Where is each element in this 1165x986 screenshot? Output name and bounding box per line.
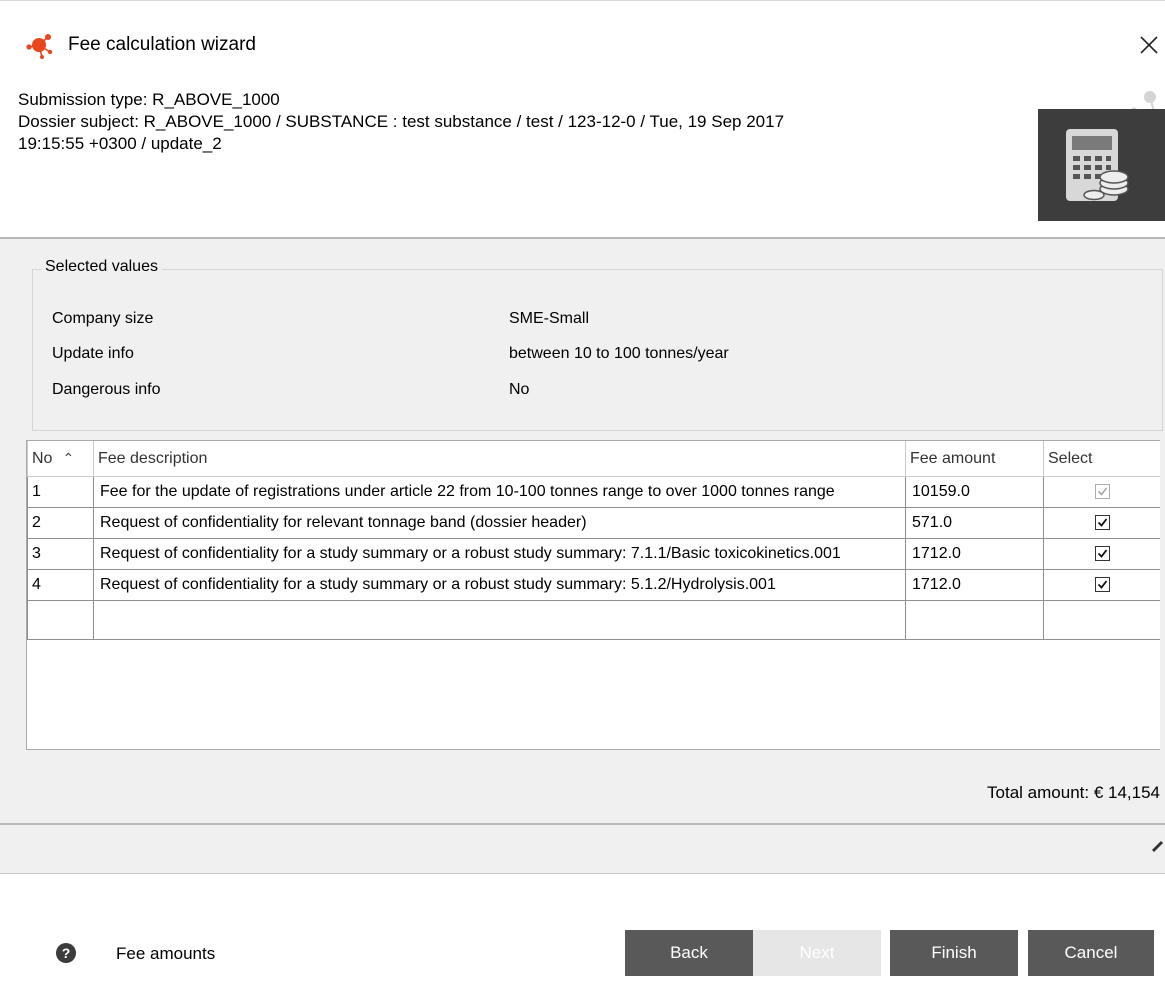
row-amount: 10159.0 xyxy=(905,476,1044,508)
table-row-empty xyxy=(27,600,1160,640)
table-row[interactable]: 3 Request of confidentiality for a study… xyxy=(27,538,1160,570)
help-label: Fee amounts xyxy=(116,944,216,963)
dossier-subject-line-2: 19:15:55 +0300 / update_2 xyxy=(18,134,222,153)
column-header-amount[interactable]: Fee amount xyxy=(905,441,1044,477)
finish-button[interactable]: Finish xyxy=(890,930,1018,976)
cancel-button[interactable]: Cancel xyxy=(1028,930,1154,976)
calculator-coins-icon xyxy=(1038,91,1165,221)
title-bar: Fee calculation wizard xyxy=(0,1,1165,75)
empty-cell xyxy=(1043,600,1160,640)
fee-table-container: No ⌃ Fee description Fee amount Select 1 … xyxy=(26,440,1160,750)
row-description: Request of confidentiality for relevant … xyxy=(93,507,906,539)
row-select-cell xyxy=(1043,569,1160,601)
company-size-value: SME-Small xyxy=(509,310,590,327)
update-info-value: between 10 to 100 tonnes/year xyxy=(509,345,729,362)
help-icon[interactable]: ? xyxy=(56,943,76,963)
selected-values-group: Selected values Company size SME-Small U… xyxy=(32,258,1163,431)
column-header-no-label: No xyxy=(32,449,53,467)
table-row[interactable]: 4 Request of confidentiality for a study… xyxy=(27,569,1160,601)
row-select-checkbox[interactable] xyxy=(1094,546,1110,562)
footer: ? Fee amounts Back Next Finish Cancel xyxy=(0,874,1165,986)
row-amount: 1712.0 xyxy=(905,538,1044,570)
dangerous-info-value: No xyxy=(509,381,530,398)
row-select-checkbox[interactable] xyxy=(1094,515,1110,531)
next-button[interactable]: Next xyxy=(753,930,881,976)
row-amount: 571.0 xyxy=(905,507,1044,539)
row-description: Fee for the update of registrations unde… xyxy=(93,476,906,508)
column-header-select[interactable]: Select xyxy=(1043,441,1160,477)
row-no: 2 xyxy=(27,507,94,539)
chevron-up-icon[interactable] xyxy=(1150,835,1165,855)
table-row[interactable]: 1 Fee for the update of registrations un… xyxy=(27,476,1160,508)
row-select-cell xyxy=(1043,538,1160,570)
row-description: Request of confidentiality for a study s… xyxy=(93,538,906,570)
row-amount: 1712.0 xyxy=(905,569,1044,601)
sort-ascending-icon: ⌃ xyxy=(62,449,75,466)
fee-wizard-window: Fee calculation wizard Submission type: … xyxy=(0,0,1165,986)
window-title: Fee calculation wizard xyxy=(68,34,256,55)
empty-cell xyxy=(93,600,906,640)
table-header-row: No ⌃ Fee description Fee amount Select xyxy=(27,441,1160,477)
row-no: 4 xyxy=(27,569,94,601)
dangerous-info-label: Dangerous info xyxy=(52,381,161,398)
content-panel: Selected values Company size SME-Small U… xyxy=(0,239,1165,824)
close-icon[interactable] xyxy=(1134,27,1164,61)
back-button[interactable]: Back xyxy=(625,930,753,976)
fee-table: No ⌃ Fee description Fee amount Select 1 … xyxy=(27,441,1160,640)
row-select-checkbox[interactable] xyxy=(1094,484,1110,500)
app-logo-icon xyxy=(26,34,53,59)
row-description: Request of confidentiality for a study s… xyxy=(93,569,906,601)
table-row[interactable]: 2 Request of confidentiality for relevan… xyxy=(27,507,1160,539)
row-select-cell xyxy=(1043,507,1160,539)
empty-cell xyxy=(905,600,1044,640)
collapsible-panel-bar xyxy=(0,825,1165,874)
total-amount: Total amount: € 14,154 xyxy=(987,783,1160,802)
dossier-subject-line-1: Dossier subject: R_ABOVE_1000 / SUBSTANC… xyxy=(18,112,785,131)
row-select-checkbox[interactable] xyxy=(1094,577,1110,593)
row-select-cell xyxy=(1043,476,1160,508)
update-info-label: Update info xyxy=(52,345,134,362)
header-info: Submission type: R_ABOVE_1000 Dossier su… xyxy=(18,89,1018,155)
column-header-no[interactable]: No ⌃ xyxy=(27,441,94,477)
column-header-description[interactable]: Fee description xyxy=(93,441,906,477)
company-size-label: Company size xyxy=(52,310,154,327)
row-no: 1 xyxy=(27,476,94,508)
selected-values-legend: Selected values xyxy=(41,258,162,276)
empty-cell xyxy=(27,600,94,640)
submission-type: Submission type: R_ABOVE_1000 xyxy=(18,90,280,109)
row-no: 3 xyxy=(27,538,94,570)
